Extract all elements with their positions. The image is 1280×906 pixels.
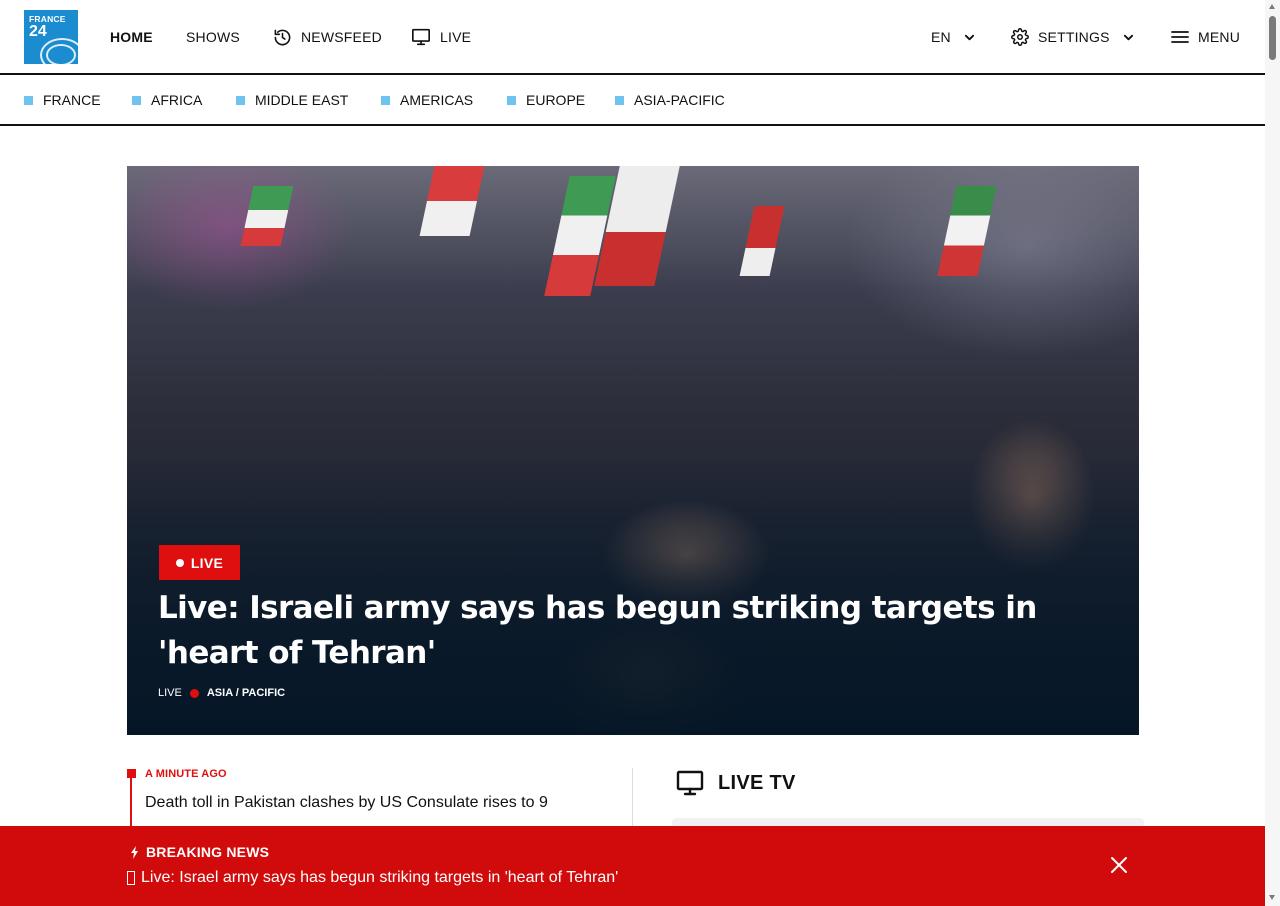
region-label: EUROPE [526,92,586,108]
scroll-up-icon[interactable] [1269,4,1275,9]
hero-category-link[interactable]: ASIA / PACIFIC [207,687,285,699]
feed-headline-link[interactable]: Death toll in Pakistan clashes by US Con… [145,794,548,812]
nav-shows[interactable]: SHOWS [186,27,240,47]
feed-marker-icon [127,769,136,778]
region-nav: FRANCE AFRICA MIDDLE EAST AMERICAS EUROP… [0,75,1265,126]
region-square-icon [236,95,245,105]
flag-shape [937,186,997,276]
region-label: MIDDLE EAST [255,92,349,108]
region-label: ASIA-PACIFIC [634,92,725,108]
hero-title[interactable]: Live: Israeli army says has begun striki… [158,586,1108,676]
breaking-news-link[interactable]: Live: Israel army says has begun strikin… [127,869,618,887]
flag-shape [240,186,294,246]
region-square-icon [132,95,141,105]
region-americas[interactable]: AMERICAS [381,91,473,109]
france24-logo[interactable]: FRANCE 24 [24,10,78,64]
live-tv-label: LIVE TV [718,771,796,794]
chevron-down-icon [964,32,975,43]
region-middle-east[interactable]: MIDDLE EAST [236,91,348,109]
language-selector[interactable]: EN [931,27,975,47]
breaking-news-heading: BREAKING NEWS [130,844,269,860]
history-icon [273,28,292,47]
logo-arc-inner [46,44,76,64]
hamburger-icon [1171,30,1189,44]
region-square-icon [615,95,624,105]
page: FRANCE 24 HOME SHOWS NEWSFEED LIVE EN SE… [0,0,1280,906]
tv-icon [676,770,704,796]
nav-live-label: LIVE [440,29,472,45]
nav-home-label: HOME [110,29,153,45]
region-square-icon [24,95,33,105]
nav-newsfeed-label: NEWSFEED [301,29,382,45]
breaking-news-label: BREAKING NEWS [146,844,270,860]
region-label: AMERICAS [400,92,474,108]
close-breaking-news-button[interactable] [1108,854,1130,876]
region-asia-pacific[interactable]: ASIA-PACIFIC [615,91,725,109]
settings-dropdown[interactable]: SETTINGS [1011,27,1134,47]
region-africa[interactable]: AFRICA [132,91,202,109]
gear-icon [1011,28,1029,46]
nav-newsfeed[interactable]: NEWSFEED [273,27,382,47]
tv-icon [411,28,431,46]
chevron-down-icon [1123,32,1134,43]
region-europe[interactable]: EUROPE [507,91,585,109]
scrollbar-thumb[interactable] [1269,16,1276,60]
live-dot-icon [175,558,184,567]
hero-article[interactable]: LIVE Live: Israeli army says has begun s… [127,166,1139,735]
close-icon [1108,854,1130,876]
breaking-news-banner[interactable]: BREAKING NEWS Live: Israel army says has… [0,826,1265,906]
nav-home[interactable]: HOME [110,27,153,47]
feed-time: A MINUTE AGO [145,768,227,780]
live-dot-icon [189,688,199,698]
breaking-news-text: Live: Israel army says has begun strikin… [141,869,619,886]
settings-label: SETTINGS [1038,29,1110,45]
top-header: FRANCE 24 HOME SHOWS NEWSFEED LIVE EN SE… [0,0,1265,75]
flag-shape [419,166,485,236]
region-france[interactable]: FRANCE [24,91,101,109]
menu-label: MENU [1198,29,1241,45]
menu-button[interactable]: MENU [1171,27,1240,47]
nav-shows-label: SHOWS [186,29,240,45]
missing-glyph-icon [127,871,135,885]
language-label: EN [931,29,951,45]
flag-shape [739,206,785,276]
lightning-icon [130,845,139,859]
hero-meta-live: LIVE [158,687,182,699]
hero-meta: LIVE ASIA / PACIFIC [158,686,285,700]
scroll-down-icon[interactable] [1269,895,1275,900]
region-square-icon [507,95,516,105]
live-badge: LIVE [159,545,240,580]
live-badge-label: LIVE [190,554,224,571]
page-scrollbar[interactable] [1265,0,1280,906]
nav-live[interactable]: LIVE [411,27,471,47]
region-label: FRANCE [43,92,101,108]
column-divider [632,768,633,828]
region-square-icon [381,95,390,105]
region-label: AFRICA [151,92,203,108]
live-tv-heading[interactable]: LIVE TV [676,770,796,796]
